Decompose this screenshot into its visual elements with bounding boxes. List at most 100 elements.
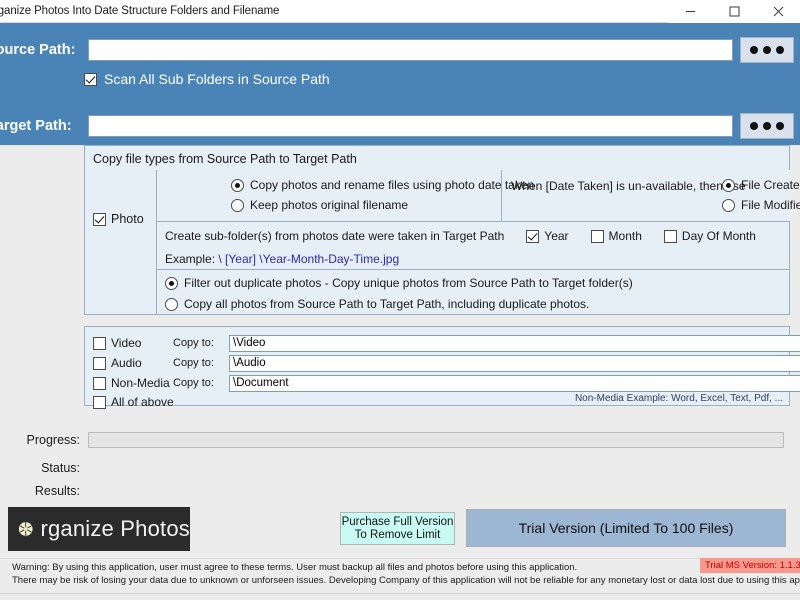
video-checkbox[interactable] — [93, 336, 106, 350]
photo-checkbox[interactable] — [93, 212, 106, 226]
copy-all-photos-radio[interactable] — [165, 297, 178, 311]
non-media-checkbox[interactable] — [93, 376, 106, 390]
close-button[interactable] — [756, 0, 800, 23]
photo-panel-title: Copy file types from Source Path to Targ… — [93, 152, 357, 166]
rename-option-label: Copy photos and rename files using photo… — [250, 178, 535, 192]
target-path-label: Target Path: — [0, 118, 72, 134]
path-header-band: Source Path: Scan All Sub Folders in Sou… — [0, 23, 800, 145]
scan-subfolders-label: Scan All Sub Folders in Source Path — [104, 71, 330, 87]
progress-label: Progress: — [26, 433, 81, 447]
all-of-above-checkbox-group[interactable]: All of above — [93, 395, 174, 409]
photo-naming-options: Copy photos and rename files using photo… — [157, 170, 534, 221]
ellipsis-dot-icon — [750, 122, 758, 130]
file-modified-option-label: File Modified Date — [741, 198, 800, 212]
all-of-above-label: All of above — [111, 395, 174, 409]
all-of-above-row[interactable]: All of above — [93, 393, 174, 411]
status-label: Status: — [41, 461, 80, 475]
warning-line-1: Warning: By using this application, user… — [12, 562, 578, 573]
example-value: \ [Year] \Year-Month-Day-Time.jpg — [218, 252, 400, 266]
file-created-radio[interactable] — [722, 178, 735, 192]
source-path-label: Source Path: — [0, 42, 76, 58]
month-label: Month — [608, 229, 642, 243]
footer-divider — [0, 593, 800, 594]
photo-label: Photo — [111, 212, 144, 226]
month-checkbox-group[interactable]: Month — [590, 229, 642, 243]
copy-all-photos-row[interactable]: Copy all photos from Source Path to Targ… — [165, 297, 589, 311]
day-checkbox-group[interactable]: Day Of Month — [663, 229, 756, 243]
target-path-input[interactable] — [88, 115, 733, 137]
version-badge: Trial MS Version: 1.1.3 — [700, 558, 800, 573]
subfolder-options-row: Create sub-folder(s) from photos date we… — [165, 229, 756, 243]
video-label: Video — [111, 336, 142, 350]
keep-original-option-row[interactable]: Keep photos original filename — [231, 198, 408, 212]
warning-line-2: There may be risk of losing your data du… — [12, 575, 800, 586]
date-fallback-options: When [Date Taken] is un-available, then … — [503, 170, 800, 221]
video-checkbox-group[interactable]: Video — [93, 336, 173, 350]
year-checkbox[interactable] — [526, 229, 540, 243]
purchase-full-version-button[interactable]: Purchase Full Version To Remove Limit — [340, 512, 455, 545]
ellipsis-dot-icon — [776, 46, 784, 54]
non-media-path-input[interactable] — [229, 374, 800, 392]
audio-checkbox-group[interactable]: Audio — [93, 356, 173, 370]
scan-subfolders-row[interactable]: Scan All Sub Folders in Source Path — [84, 71, 330, 87]
non-media-checkbox-group[interactable]: Non-Media — [93, 376, 173, 390]
aperture-icon — [18, 521, 34, 537]
trial-button-label: Trial Version (Limited To 100 Files) — [518, 520, 734, 536]
day-of-month-checkbox[interactable] — [663, 229, 677, 243]
date-fallback-label: When [Date Taken] is un-available, then … — [511, 179, 746, 193]
photo-enable-row[interactable]: Photo — [93, 212, 144, 226]
app-logo: rganize Photos — [8, 507, 190, 551]
window-title: rganize Photos Into Date Structure Folde… — [0, 5, 280, 17]
rename-option-row[interactable]: Copy photos and rename files using photo… — [231, 178, 534, 192]
purchase-line-1: Purchase Full Version — [341, 515, 454, 528]
audio-copy-to-label: Copy to: — [173, 357, 214, 369]
target-browse-button[interactable] — [740, 113, 794, 139]
ellipsis-dot-icon — [750, 46, 758, 54]
close-icon — [773, 6, 783, 17]
duplicate-handling-section: Filter out duplicate photos - Copy uniqu… — [156, 270, 790, 315]
progress-bar — [88, 432, 784, 448]
day-of-month-label: Day Of Month — [681, 229, 756, 243]
example-path-row: Example: \ [Year] \Year-Month-Day-Time.j… — [165, 252, 399, 266]
progress-row: Progress: — [0, 432, 800, 450]
source-path-input[interactable] — [88, 39, 733, 61]
copy-all-photos-label: Copy all photos from Source Path to Targ… — [184, 297, 590, 311]
status-row: Status: — [0, 461, 800, 477]
file-modified-option-row[interactable]: File Modified Date — [722, 198, 800, 212]
filter-duplicates-label: Filter out duplicate photos - Copy uniqu… — [184, 276, 633, 290]
file-created-option-row[interactable]: File Created Date — [722, 178, 800, 192]
non-media-example-note: Non-Media Example: Word, Excel, Text, Pd… — [574, 393, 783, 404]
ellipsis-dot-icon — [776, 122, 784, 130]
keep-original-radio[interactable] — [231, 198, 244, 212]
audio-checkbox[interactable] — [93, 356, 106, 370]
ellipsis-dot-icon — [763, 122, 771, 130]
minimize-button[interactable] — [668, 0, 712, 23]
title-bar: rganize Photos Into Date Structure Folde… — [0, 0, 800, 23]
scan-subfolders-checkbox[interactable] — [84, 72, 97, 86]
filter-duplicates-radio[interactable] — [165, 276, 178, 290]
create-subfolder-label: Create sub-folder(s) from photos date we… — [165, 229, 505, 243]
file-modified-radio[interactable] — [722, 198, 735, 212]
audio-path-input[interactable] — [229, 354, 800, 372]
maximize-button[interactable] — [712, 0, 756, 23]
results-label: Results: — [34, 484, 80, 498]
non-media-row: Non-Media Copy to: — [93, 374, 800, 392]
source-path-row: Source Path: — [0, 37, 800, 65]
month-checkbox[interactable] — [590, 229, 604, 243]
purchase-line-2: To Remove Limit — [354, 528, 441, 541]
file-created-option-label: File Created Date — [741, 178, 800, 192]
video-copy-to-label: Copy to: — [173, 337, 214, 349]
rename-radio[interactable] — [231, 178, 244, 192]
filter-duplicates-row[interactable]: Filter out duplicate photos - Copy uniqu… — [165, 276, 633, 290]
keep-original-option-label: Keep photos original filename — [250, 198, 409, 212]
trial-version-button[interactable]: Trial Version (Limited To 100 Files) — [466, 509, 786, 547]
all-of-above-checkbox[interactable] — [93, 395, 106, 409]
year-checkbox-group[interactable]: Year — [526, 229, 569, 243]
source-browse-button[interactable] — [740, 37, 794, 63]
logo-text: rganize Photos — [40, 516, 190, 541]
ellipsis-dot-icon — [763, 46, 771, 54]
other-file-types-panel: Video Copy to: Audio Copy to: Non-Media … — [84, 326, 800, 409]
minimize-icon — [685, 11, 695, 12]
photo-naming-section: Copy photos and rename files using photo… — [156, 170, 800, 222]
video-path-input[interactable] — [229, 334, 800, 352]
